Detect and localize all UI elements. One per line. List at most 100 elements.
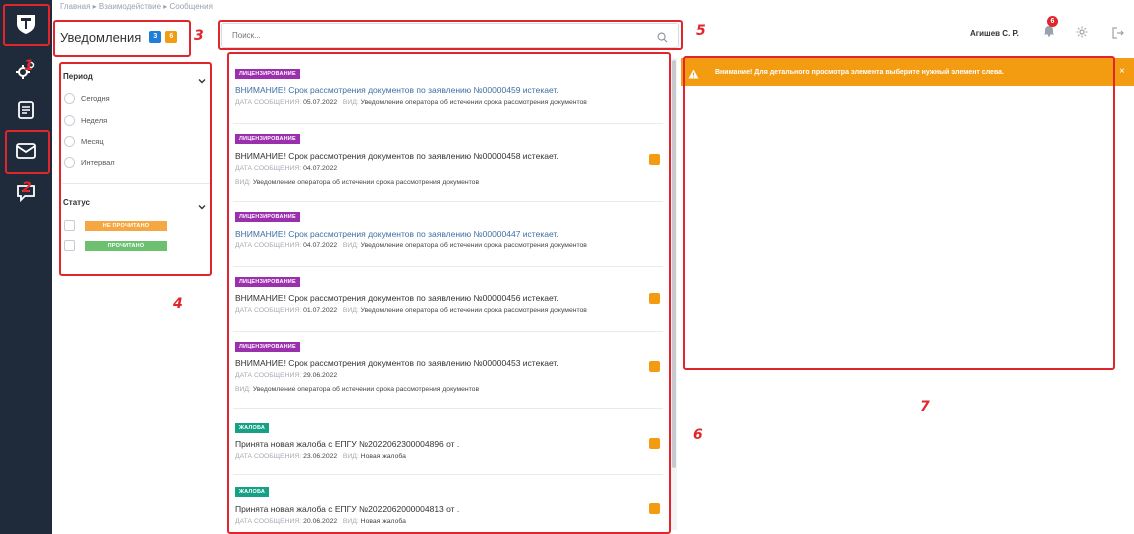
page-title-block: Уведомления 3 6 — [60, 22, 178, 52]
date-label: ДАТА СООБЩЕНИЯ: — [235, 307, 302, 314]
list-item[interactable]: ЛИЦЕНЗИРОВАНИЕ ВНИМАНИЕ! Срок рассмотрен… — [229, 202, 669, 266]
category-tag: ЖАЛОБА — [235, 423, 270, 433]
unread-indicator — [649, 438, 660, 449]
period-option-label: Сегодня — [81, 94, 110, 103]
category-tag: ЛИЦЕНЗИРОВАНИЕ — [235, 277, 300, 287]
item-type: Уведомление оператора об истечении срока… — [360, 307, 587, 314]
type-label: ВИД: — [342, 453, 359, 460]
list-item[interactable]: ЛИЦЕНЗИРОВАНИЕ ВНИМАНИЕ! Срок рассмотрен… — [229, 332, 669, 408]
checkbox[interactable] — [64, 220, 75, 231]
radio-button[interactable] — [64, 157, 75, 168]
item-date: 23.06.2022 — [303, 453, 338, 460]
radio-button[interactable] — [64, 136, 75, 147]
item-type: Уведомление оператора об истечении срока… — [360, 242, 587, 249]
unread-indicator — [649, 293, 660, 304]
breadcrumb[interactable]: Главная ▸ Взаимодействие ▸ Сообщения — [60, 2, 213, 11]
notification-count-badge: 6 — [1047, 16, 1058, 27]
status-pill-read: ПРОЧИТАНО — [85, 240, 167, 251]
logo-shield-icon[interactable] — [10, 8, 42, 40]
type-label: ВИД: — [342, 518, 359, 525]
list-item[interactable]: ЛИЦЕНЗИРОВАНИЕ ВНИМАНИЕ! Срок рассмотрен… — [229, 267, 669, 331]
unread-indicator — [649, 361, 660, 372]
item-title[interactable]: ВНИМАНИЕ! Срок рассмотрения документов п… — [235, 293, 559, 303]
annotation-number: 6 — [693, 427, 703, 443]
count-badge-orange: 6 — [165, 31, 178, 43]
checkbox[interactable] — [64, 240, 75, 251]
item-meta-date: ДАТА СООБЩЕНИЯ: 04.07.2022 — [235, 165, 337, 172]
item-meta: ДАТА СООБЩЕНИЯ: 05.07.2022 ВИД: Уведомле… — [235, 99, 587, 106]
annotation-number: 2 — [22, 180, 32, 196]
item-meta: ДАТА СООБЩЕНИЯ: 01.07.2022 ВИД: Уведомле… — [235, 307, 587, 314]
item-date: 29.06.2022 — [303, 372, 338, 379]
item-title[interactable]: ВНИМАНИЕ! Срок рассмотрения документов п… — [235, 229, 559, 239]
status-option-unread[interactable]: НЕ ПРОЧИТАНО — [64, 220, 167, 231]
item-date: 01.07.2022 — [303, 307, 338, 314]
date-label: ДАТА СООБЩЕНИЯ: — [235, 99, 302, 106]
list-item[interactable]: ЖАЛОБА Принята новая жалоба с ЕПГУ №2022… — [229, 475, 669, 530]
side-nav — [0, 0, 52, 534]
mail-icon[interactable] — [10, 135, 42, 167]
chevron-down-icon[interactable] — [198, 198, 206, 216]
list-item[interactable]: ЖАЛОБА Принята новая жалоба с ЕПГУ №2022… — [229, 409, 669, 473]
period-option-month[interactable]: Месяц — [64, 136, 104, 147]
period-filter-label[interactable]: Период — [63, 72, 93, 81]
notification-list: ЛИЦЕНЗИРОВАНИЕ ВНИМАНИЕ! Срок рассмотрен… — [229, 58, 669, 530]
annotation-number: 3 — [194, 28, 204, 44]
date-label: ДАТА СООБЩЕНИЯ: — [235, 372, 302, 379]
user-name[interactable]: Агишев С. Р. — [970, 29, 1019, 38]
item-meta-type: ВИД: Уведомление оператора об истечении … — [235, 386, 479, 393]
item-date: 04.07.2022 — [303, 165, 338, 172]
item-title[interactable]: Принята новая жалоба с ЕПГУ №20220623000… — [235, 439, 459, 449]
list-scrollbar-thumb[interactable] — [672, 60, 676, 468]
status-option-read[interactable]: ПРОЧИТАНО — [64, 240, 167, 251]
item-meta-type: ВИД: Уведомление оператора об истечении … — [235, 179, 479, 186]
type-label: ВИД: — [235, 386, 251, 393]
logout-icon[interactable] — [1112, 26, 1124, 44]
chevron-down-icon[interactable] — [198, 72, 206, 90]
period-option-today[interactable]: Сегодня — [64, 93, 110, 104]
item-date: 20.06.2022 — [303, 518, 338, 525]
search-icon[interactable] — [657, 30, 668, 48]
type-label: ВИД: — [342, 99, 359, 106]
item-meta: ДАТА СООБЩЕНИЯ: 20.06.2022 ВИД: Новая жа… — [235, 518, 406, 525]
warning-banner: Внимание! Для детального просмотра элеме… — [681, 58, 1134, 86]
period-option-label: Интервал — [81, 158, 115, 167]
item-type: Уведомление оператора об истечении срока… — [360, 99, 587, 106]
date-label: ДАТА СООБЩЕНИЯ: — [235, 518, 302, 525]
status-filter-label[interactable]: Статус — [63, 198, 90, 207]
item-type: Уведомление оператора об истечении срока… — [252, 386, 480, 393]
list-item[interactable]: ЛИЦЕНЗИРОВАНИЕ ВНИМАНИЕ! Срок рассмотрен… — [229, 124, 669, 200]
search-bar[interactable] — [221, 23, 679, 48]
category-tag: ЛИЦЕНЗИРОВАНИЕ — [235, 342, 300, 352]
search-input[interactable] — [232, 31, 668, 40]
item-type: Новая жалоба — [360, 518, 406, 525]
item-type: Новая жалоба — [360, 453, 406, 460]
radio-button[interactable] — [64, 93, 75, 104]
item-meta: ДАТА СООБЩЕНИЯ: 04.07.2022 ВИД: Уведомле… — [235, 242, 587, 249]
annotation-number: 4 — [173, 296, 183, 312]
warning-text: Внимание! Для детального просмотра элеме… — [715, 68, 1004, 76]
close-icon[interactable]: × — [1119, 66, 1125, 77]
item-title[interactable]: Принята новая жалоба с ЕПГУ №20220620000… — [235, 504, 459, 514]
annotation-number: 7 — [920, 399, 930, 415]
category-tag: ЛИЦЕНЗИРОВАНИЕ — [235, 212, 300, 222]
type-label: ВИД: — [235, 179, 251, 186]
type-label: ВИД: — [342, 307, 359, 314]
list-item[interactable]: ЛИЦЕНЗИРОВАНИЕ ВНИМАНИЕ! Срок рассмотрен… — [229, 58, 669, 120]
item-title[interactable]: ВНИМАНИЕ! Срок рассмотрения документов п… — [235, 85, 559, 95]
item-type: Уведомление оператора об истечении срока… — [252, 179, 480, 186]
unread-indicator — [649, 503, 660, 514]
item-title[interactable]: ВНИМАНИЕ! Срок рассмотрения документов п… — [235, 358, 559, 368]
warning-icon — [688, 66, 699, 84]
period-option-interval[interactable]: Интервал — [64, 157, 115, 168]
annotation-box-7 — [683, 56, 1115, 370]
item-title[interactable]: ВНИМАНИЕ! Срок рассмотрения документов п… — [235, 151, 559, 161]
document-list-icon[interactable] — [10, 94, 42, 126]
date-label: ДАТА СООБЩЕНИЯ: — [235, 165, 302, 172]
item-date: 05.07.2022 — [303, 99, 338, 106]
radio-button[interactable] — [64, 115, 75, 126]
count-badge-blue: 3 — [149, 31, 162, 43]
period-option-week[interactable]: Неделя — [64, 115, 107, 126]
period-option-label: Неделя — [81, 116, 108, 125]
gear-icon[interactable] — [1076, 25, 1088, 43]
